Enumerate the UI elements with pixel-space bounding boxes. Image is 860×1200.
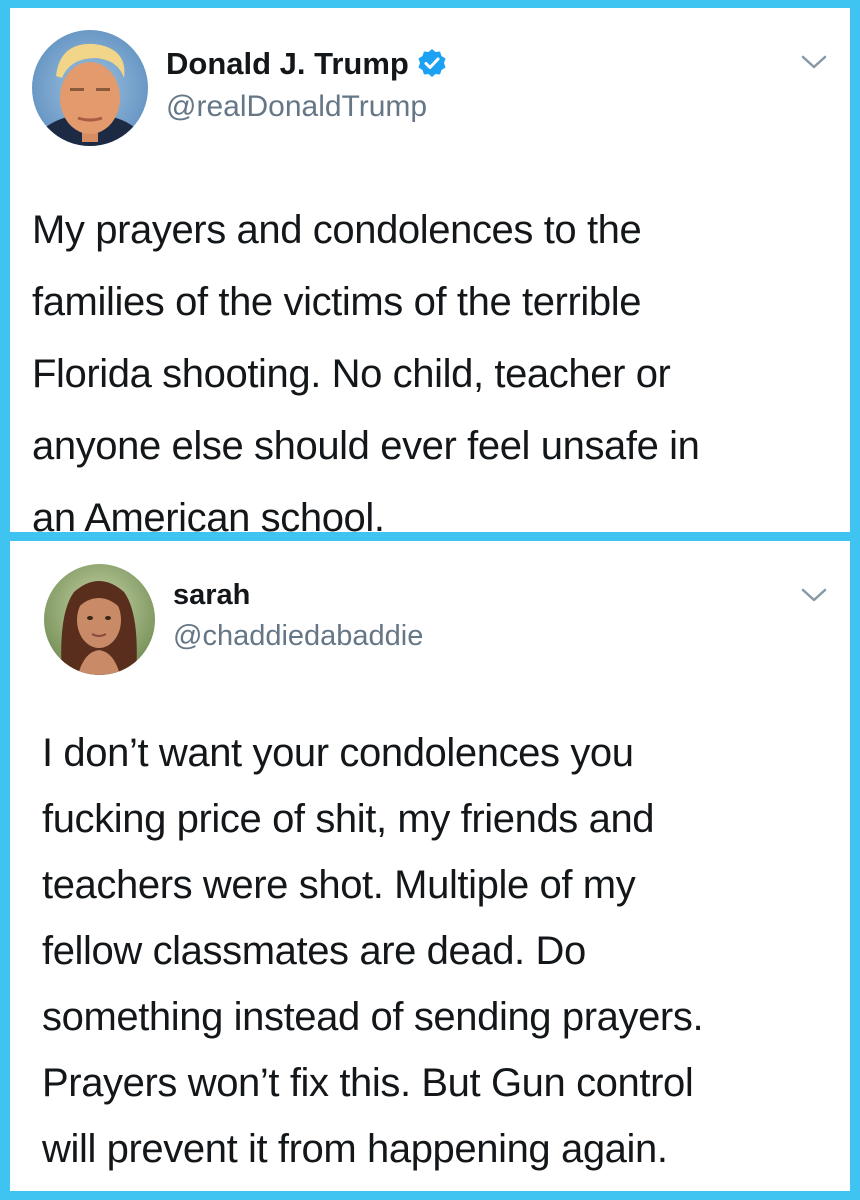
profile-photo-icon [32,30,148,146]
display-name-text: Donald J. Trump [166,46,409,81]
tweet-text-line: Florida shooting. No child, teacher or [32,352,671,396]
chevron-down-icon[interactable] [800,52,828,72]
profile-photo-icon [44,564,155,675]
tweet-card: Donald J. Trump @realDonaldTrump My pray… [10,8,850,540]
avatar[interactable] [32,30,148,146]
tweet-text-line: something instead of sending prayers. [42,995,704,1039]
tweet-text: My prayers and condolences to the famili… [32,194,700,554]
user-handle[interactable]: @chaddiedabaddie [173,620,423,653]
display-name[interactable]: sarah [173,579,250,612]
tweet-text: I don’t want your condolences you fuckin… [42,720,704,1182]
tweet-text-line: teachers were shot. Multiple of my [42,863,636,907]
avatar[interactable] [44,564,155,675]
chevron-down-icon[interactable] [800,585,828,605]
verified-badge-icon [418,49,446,77]
tweet-text-line: will prevent it from happening again. [42,1127,668,1171]
tweet-text-line: I don’t want your condolences you [42,731,634,775]
tweet-text-line: My prayers and condolences to the [32,208,642,252]
tweet-card: sarah @chaddiedabaddie I don’t want your… [10,541,850,1191]
tweet-text-line: Prayers won’t fix this. But Gun control [42,1061,694,1105]
tweet-text-line: anyone else should ever feel unsafe in [32,424,700,468]
tweet-text-line: families of the victims of the terrible [32,280,642,324]
tweet-text-line: fucking price of shit, my friends and [42,797,655,841]
display-name-text: sarah [173,579,251,611]
display-name[interactable]: Donald J. Trump [166,46,447,82]
user-handle[interactable]: @realDonaldTrump [166,90,427,124]
tweet-text-line: fellow classmates are dead. Do [42,929,586,973]
